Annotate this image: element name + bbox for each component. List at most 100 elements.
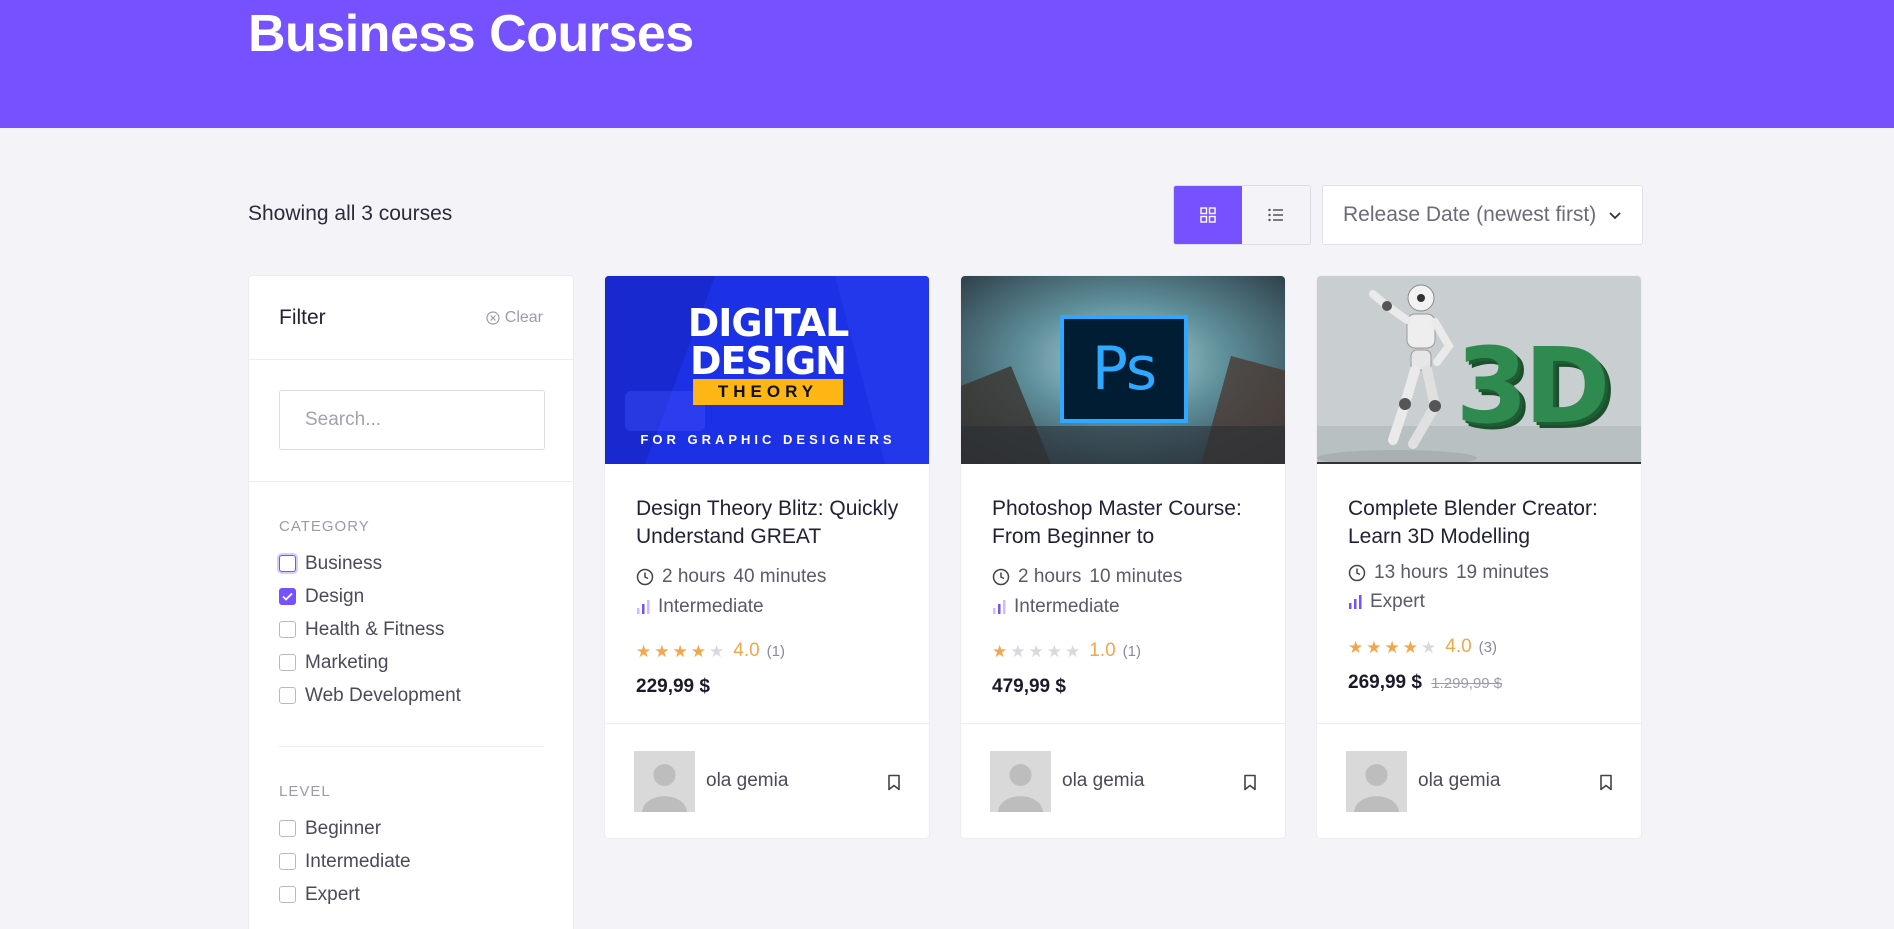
star-icon: ★ (654, 641, 670, 661)
star-icon: ★ (1046, 641, 1062, 661)
category-section: CATEGORY Business Design Health & Fitnes… (249, 482, 573, 747)
thumb-line-2: DESIGN (689, 339, 847, 383)
duration-hours: 2 hours (662, 566, 726, 587)
filter-header: Filter Clear (249, 276, 573, 360)
checkbox[interactable] (279, 654, 296, 671)
duration-hours: 13 hours (1374, 562, 1448, 583)
ps-logo-box: Ps (1060, 315, 1188, 423)
grid-view-button[interactable] (1174, 186, 1242, 244)
rating-score: 1.0 (1089, 640, 1116, 661)
course-rating: ★ ★ ★ ★ ★ 4.0 (3) (1348, 636, 1497, 658)
course-duration: 13 hours 19 minutes (1348, 562, 1549, 584)
star-icon: ★ (1384, 637, 1400, 657)
course-title[interactable]: Complete Blender Creator: Learn 3D Model… (1348, 495, 1623, 551)
course-footer: ola gemia (605, 723, 929, 838)
list-icon (1268, 208, 1283, 222)
course-duration: 2 hours 10 minutes (992, 566, 1182, 588)
star-icon: ★ (1421, 637, 1437, 657)
author-name[interactable]: ola gemia (1418, 770, 1500, 792)
bookmark-icon (1244, 774, 1256, 791)
checkbox[interactable] (279, 687, 296, 704)
option-label: Beginner (305, 817, 382, 839)
course-thumbnail[interactable]: DIGITAL DESIGN THEORY FOR GRAPHIC DESIGN… (605, 276, 929, 464)
level-bars-icon (637, 600, 650, 614)
thumb-tagline: FOR GRAPHIC DESIGNERS (640, 432, 896, 447)
star-icon: ★ (672, 641, 688, 661)
author-name[interactable]: ola gemia (1062, 770, 1144, 792)
course-thumbnail[interactable]: Ps (961, 276, 1285, 464)
user-icon (634, 751, 695, 812)
level-bars-icon (1349, 595, 1362, 609)
course-duration: 2 hours 40 minutes (636, 566, 826, 588)
bookmark-button[interactable] (887, 774, 901, 796)
category-option-health-fitness[interactable]: Health & Fitness (279, 613, 543, 646)
option-label: Business (305, 552, 383, 574)
avatar[interactable] (1346, 751, 1407, 812)
avatar[interactable] (634, 751, 695, 812)
ps-logo-text: Ps (1091, 334, 1157, 404)
course-title[interactable]: Photoshop Master Course: From Beginner t… (992, 495, 1267, 551)
level-bars-icon (993, 600, 1006, 614)
level-label: Intermediate (1014, 596, 1120, 617)
avatar[interactable] (990, 751, 1051, 812)
hero-banner: Business Courses (0, 0, 1894, 128)
level-option-expert[interactable]: Expert (279, 878, 543, 911)
level-section: LEVEL Beginner Intermediate Expert (249, 747, 573, 911)
clear-filters-button[interactable]: Clear (486, 309, 543, 327)
checkbox[interactable] (279, 853, 296, 870)
duration-minutes: 40 minutes (733, 566, 827, 587)
course-card[interactable]: Ps Photoshop Master Course: From Beginne… (960, 275, 1286, 839)
checkbox[interactable] (279, 588, 296, 605)
close-circle-icon (486, 311, 500, 325)
course-card[interactable]: 3D Complete Blender Creator: Learn 3D Mo… (1316, 275, 1642, 839)
category-option-design[interactable]: Design (279, 580, 543, 613)
category-option-business[interactable]: Business (279, 547, 543, 580)
bookmark-icon (1600, 774, 1612, 791)
bookmark-button[interactable] (1599, 774, 1613, 796)
option-label: Marketing (305, 651, 389, 673)
sort-select-value: Release Date (newest first) (1343, 203, 1597, 226)
rating-count: (3) (1478, 638, 1498, 656)
category-option-web-development[interactable]: Web Development (279, 679, 543, 712)
page-title: Business Courses (248, 5, 694, 63)
filter-search-section (249, 360, 573, 482)
level-label: Expert (1370, 591, 1425, 612)
thumb-badge: THEORY (693, 379, 843, 405)
category-title: CATEGORY (279, 518, 370, 535)
rating-score: 4.0 (733, 640, 760, 661)
clear-label: Clear (504, 309, 543, 326)
sort-select[interactable]: Release Date (newest first) (1322, 185, 1643, 245)
filter-title: Filter (279, 306, 326, 329)
course-card[interactable]: DIGITAL DESIGN THEORY FOR GRAPHIC DESIGN… (604, 275, 930, 839)
course-thumbnail[interactable]: 3D (1317, 276, 1641, 464)
level-option-beginner[interactable]: Beginner (279, 812, 543, 845)
star-icon: ★ (690, 641, 706, 661)
price-value: 229,99 $ (636, 676, 710, 697)
checkbox[interactable] (279, 555, 296, 572)
star-icon: ★ (1028, 641, 1044, 661)
star-icon: ★ (1348, 637, 1364, 657)
author-name[interactable]: ola gemia (706, 770, 788, 792)
original-price: 1.299,99 $ (1431, 675, 1503, 692)
thumb-line-1: DIGITAL (687, 301, 850, 345)
level-title: LEVEL (279, 783, 331, 800)
search-input[interactable] (279, 390, 545, 450)
user-icon (1346, 751, 1407, 812)
price-value: 479,99 $ (992, 676, 1066, 697)
duration-minutes: 10 minutes (1089, 566, 1183, 587)
star-icon: ★ (992, 641, 1008, 661)
bookmark-icon (888, 774, 900, 791)
course-rating: ★ ★ ★ ★ ★ 1.0 (1) (992, 640, 1141, 662)
course-level: Intermediate (992, 596, 1120, 618)
category-option-marketing[interactable]: Marketing (279, 646, 543, 679)
level-option-intermediate[interactable]: Intermediate (279, 845, 543, 878)
checkbox[interactable] (279, 621, 296, 638)
course-title[interactable]: Design Theory Blitz: Quickly Understand … (636, 495, 911, 551)
checkbox[interactable] (279, 886, 296, 903)
checkbox[interactable] (279, 820, 296, 837)
option-label: Web Development (305, 684, 461, 706)
option-label: Health & Fitness (305, 618, 445, 640)
bookmark-button[interactable] (1243, 774, 1257, 796)
thumb-3d-text: 3D (1455, 325, 1611, 447)
list-view-button[interactable] (1242, 186, 1310, 244)
